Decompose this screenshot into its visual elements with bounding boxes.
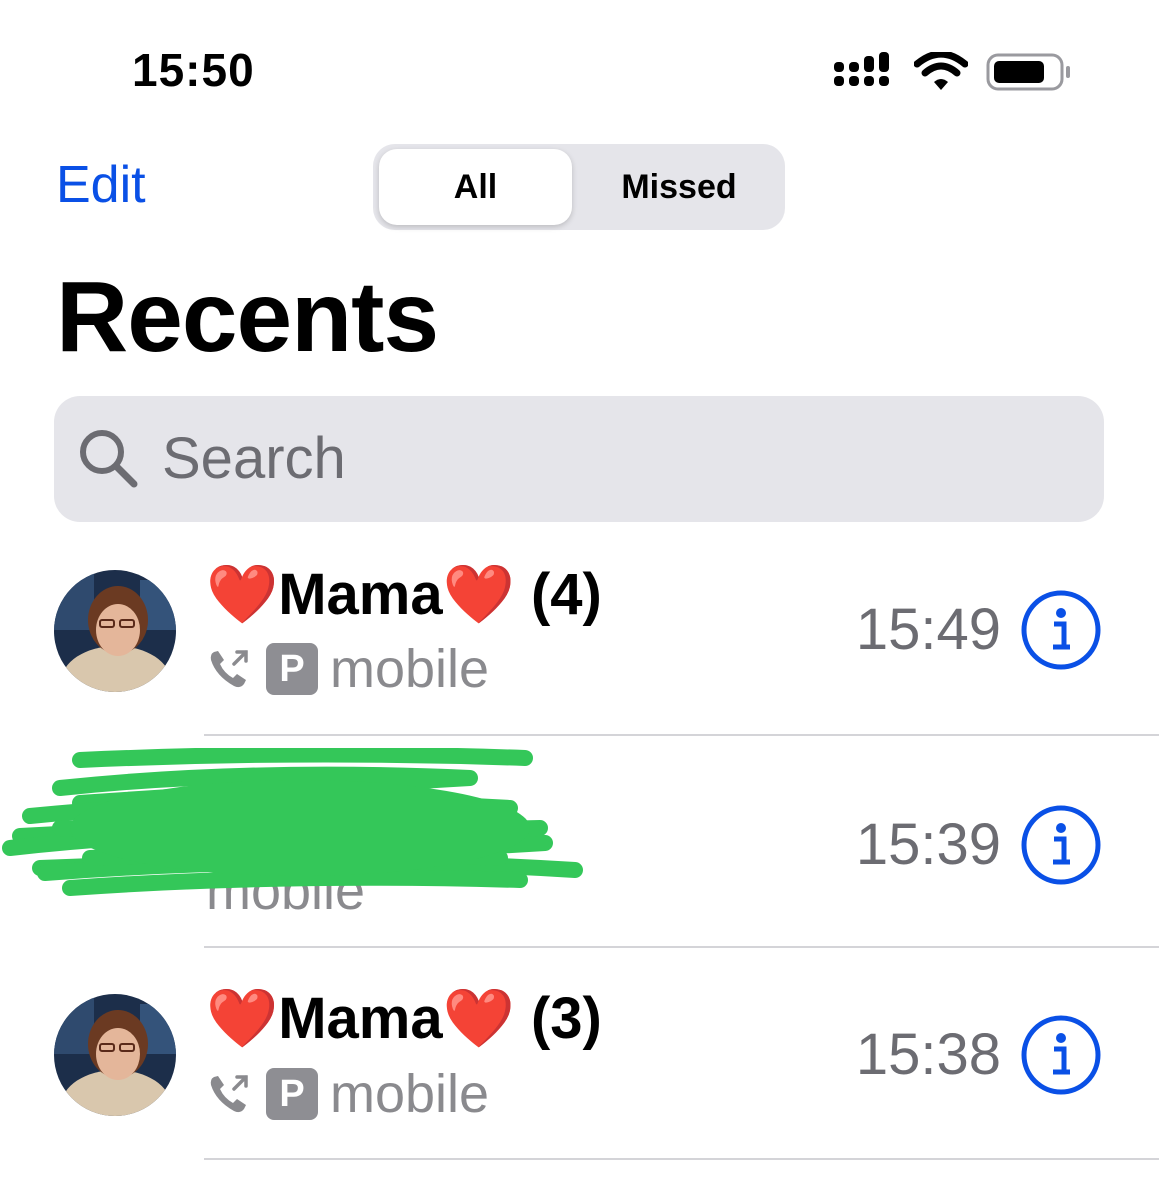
battery-icon xyxy=(986,53,1070,91)
call-subline: P mobile xyxy=(206,641,489,697)
call-time: 15:49 xyxy=(855,597,1001,662)
heart-icon: ❤️ xyxy=(442,986,515,1051)
page-title: Recents xyxy=(56,261,439,373)
call-time: 15:38 xyxy=(855,1022,1001,1087)
cellular-signal-icon xyxy=(834,52,889,86)
contact-name: ❤️Mama❤️ (4) xyxy=(206,560,602,630)
segmented-control: All Missed xyxy=(373,144,785,230)
call-time: 15:39 xyxy=(855,812,1001,877)
edit-button[interactable]: Edit xyxy=(56,154,146,216)
segment-all[interactable]: All xyxy=(379,149,572,225)
heart-icon: ❤️ xyxy=(206,562,279,627)
call-type: mobile xyxy=(330,1064,490,1124)
outgoing-call-icon xyxy=(210,650,248,688)
contact-name-text: Mama xyxy=(278,986,443,1051)
heart-icon: ❤️ xyxy=(206,986,279,1051)
label-badge: P xyxy=(266,643,318,695)
separator xyxy=(204,946,1159,948)
avatar xyxy=(54,994,176,1116)
outgoing-call-icon xyxy=(210,1075,248,1113)
avatar xyxy=(54,570,176,692)
call-count: (4) xyxy=(530,562,602,627)
heart-icon: ❤️ xyxy=(442,562,515,627)
contact-name-text: Mama xyxy=(278,562,443,627)
segment-missed[interactable]: Missed xyxy=(576,149,782,225)
wifi-icon xyxy=(914,52,968,90)
call-type: mobile xyxy=(330,639,490,699)
info-icon[interactable] xyxy=(1020,1014,1102,1096)
info-icon[interactable] xyxy=(1020,589,1102,671)
info-icon[interactable] xyxy=(1020,804,1102,886)
call-row[interactable]: ❤️Mama❤️ (4) P mobile 15:49 xyxy=(0,545,1159,757)
contact-name: ❤️Mama❤️ (3) xyxy=(206,984,602,1054)
status-time: 15:50 xyxy=(132,44,255,96)
status-icons xyxy=(832,48,1082,92)
search-bar[interactable]: Search xyxy=(54,396,1104,522)
label-badge: P xyxy=(266,1068,318,1120)
call-count: (3) xyxy=(530,986,602,1051)
call-row[interactable]: ❤️Mama❤️ (3) P mobile 15:38 xyxy=(0,970,1159,1182)
search-icon xyxy=(80,430,138,488)
search-placeholder: Search xyxy=(162,426,346,491)
redaction-scribble xyxy=(2,748,583,896)
separator xyxy=(204,1158,1159,1160)
call-subline: P mobile xyxy=(206,1066,489,1122)
